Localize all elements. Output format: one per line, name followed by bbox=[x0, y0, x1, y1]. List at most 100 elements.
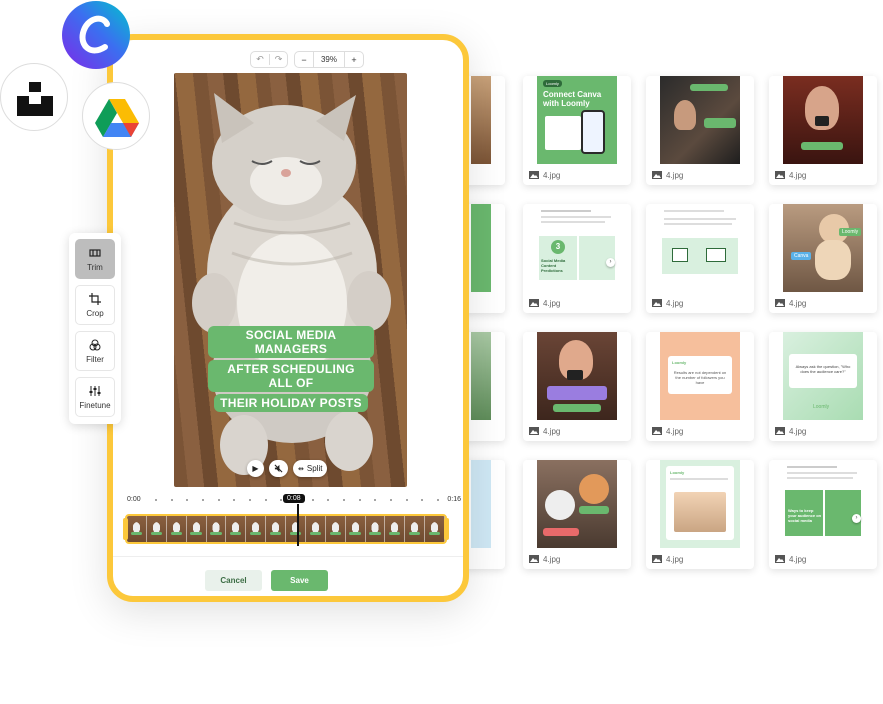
image-icon bbox=[775, 427, 785, 435]
gallery-tile[interactable]: 4.jpg bbox=[523, 332, 631, 441]
play-overlay bbox=[815, 116, 829, 126]
text-line bbox=[670, 478, 728, 480]
tile-thumbnail: Always ask the question, "Who does the a… bbox=[783, 332, 863, 420]
save-button[interactable]: Save bbox=[271, 570, 328, 591]
playback-controls: ▶ ⇹ Split bbox=[247, 460, 328, 477]
timeline-frame bbox=[246, 516, 267, 542]
unsplash-logo[interactable] bbox=[0, 63, 68, 131]
caption-line: SOCIAL MEDIA MANAGERS bbox=[208, 326, 374, 358]
timeline-start: 0:00 bbox=[127, 496, 141, 503]
image-icon bbox=[652, 299, 662, 307]
tool-filter[interactable]: Filter bbox=[75, 331, 115, 371]
tile-caption: 4.jpg bbox=[529, 297, 560, 309]
mute-button[interactable] bbox=[269, 460, 288, 477]
image-icon bbox=[652, 555, 662, 563]
tile-thumbnail: Loomly Connect Canva with Loomly bbox=[537, 76, 617, 164]
cancel-button[interactable]: Cancel bbox=[205, 570, 262, 591]
results-text: Results are not dependent on the number … bbox=[673, 370, 727, 385]
gallery-tile[interactable]: Loomly 4.jpg bbox=[646, 460, 754, 569]
google-drive-logo[interactable] bbox=[82, 82, 150, 150]
loomly-badge: Loomly bbox=[672, 360, 687, 365]
text-line bbox=[787, 477, 853, 479]
tile-caption: 4.jpg bbox=[529, 553, 560, 565]
zoom-in-button[interactable]: + bbox=[345, 55, 363, 65]
connect-canva-title: Connect Canva with Loomly bbox=[543, 90, 602, 108]
kitten-image bbox=[192, 93, 391, 475]
gallery-tile[interactable]: 4.jpg bbox=[646, 204, 754, 313]
laptop-shape bbox=[672, 248, 688, 262]
gallery-tile[interactable]: Loomly Results are not dependent on the … bbox=[646, 332, 754, 441]
undo-button[interactable]: ↶ bbox=[251, 54, 269, 65]
image-icon bbox=[775, 171, 785, 179]
zoom-toolbar: ↶ ↷ − 39% + bbox=[250, 51, 364, 68]
tile-thumbnail: Ways to keep your audience on social med… bbox=[783, 460, 863, 548]
quote-card: Always ask the question, "Who does the a… bbox=[789, 354, 857, 388]
redo-button[interactable]: ↷ bbox=[269, 54, 287, 65]
playhead[interactable] bbox=[297, 504, 299, 546]
gallery-tile[interactable]: 4.jpg bbox=[523, 460, 631, 569]
caption-line: AFTER SCHEDULING ALL OF bbox=[208, 360, 374, 392]
split-button[interactable]: ⇹ Split bbox=[293, 460, 328, 477]
tool-crop[interactable]: Crop bbox=[75, 285, 115, 325]
tile-thumbnail: Loomly Results are not dependent on the … bbox=[660, 332, 740, 420]
play-button[interactable]: ▶ bbox=[247, 460, 264, 477]
image-icon bbox=[775, 555, 785, 563]
caption-pill bbox=[547, 386, 607, 400]
loomly-badge: Loomly bbox=[670, 470, 685, 475]
image-icon bbox=[652, 427, 662, 435]
tool-finetune[interactable]: Finetune bbox=[75, 377, 115, 417]
zoom-group: − 39% + bbox=[294, 51, 364, 68]
gallery-tile[interactable]: Canva Loomly 4.jpg bbox=[769, 204, 877, 313]
tile-caption: 4.jpg bbox=[652, 297, 683, 309]
gallery-tile[interactable]: 4.jpg bbox=[769, 76, 877, 185]
dog-body bbox=[815, 240, 851, 280]
tile-thumbnail bbox=[471, 332, 491, 420]
playhead-time: 0:08 bbox=[283, 494, 305, 503]
footer-divider bbox=[113, 556, 463, 557]
gallery-tile[interactable]: Always ask the question, "Who does the a… bbox=[769, 332, 877, 441]
cat-head bbox=[579, 474, 609, 504]
tile-thumbnail bbox=[471, 76, 491, 164]
image-icon bbox=[775, 299, 785, 307]
timeline-strip[interactable] bbox=[125, 514, 447, 544]
zoom-level: 39% bbox=[313, 52, 345, 67]
text-line bbox=[664, 223, 732, 225]
tool-trim[interactable]: Trim bbox=[75, 239, 115, 279]
canva-logo[interactable] bbox=[61, 0, 131, 70]
timeline-frame bbox=[405, 516, 426, 542]
timeline-frame bbox=[385, 516, 406, 542]
predictions-title: Social Media Content Predictions bbox=[541, 258, 566, 273]
zoom-out-button[interactable]: − bbox=[295, 55, 313, 65]
text-line bbox=[787, 466, 837, 468]
gallery-tile[interactable]: Loomly Connect Canva with Loomly 4.jpg bbox=[523, 76, 631, 185]
edit-tools-panel: Trim Crop Filter Finetune bbox=[69, 233, 121, 424]
caption-pill bbox=[704, 118, 736, 128]
gallery-tile[interactable]: Ways to keep your audience on social med… bbox=[769, 460, 877, 569]
mock-phone bbox=[581, 110, 605, 154]
tool-label: Finetune bbox=[79, 400, 111, 410]
filter-icon bbox=[89, 339, 101, 350]
timeline-frame bbox=[365, 516, 386, 542]
timeline-frame bbox=[206, 516, 227, 542]
next-arrow-icon[interactable]: › bbox=[852, 514, 861, 523]
next-arrow-icon[interactable]: › bbox=[606, 258, 615, 267]
unsplash-icon bbox=[17, 82, 53, 116]
trim-handle-start[interactable] bbox=[123, 518, 128, 540]
laptop-shape bbox=[706, 248, 726, 262]
gallery-tile[interactable]: 4.jpg bbox=[646, 76, 754, 185]
caption-pill bbox=[553, 404, 601, 412]
predictions-card: 3 Social Media Content Predictions bbox=[539, 236, 577, 280]
timeline-frame bbox=[146, 516, 167, 542]
history-group: ↶ ↷ bbox=[250, 51, 288, 68]
text-line bbox=[664, 210, 724, 212]
tool-label: Filter bbox=[86, 354, 104, 364]
tool-label: Crop bbox=[86, 308, 104, 318]
tile-thumbnail bbox=[783, 76, 863, 164]
video-preview[interactable]: SOCIAL MEDIA MANAGERS AFTER SCHEDULING A… bbox=[174, 73, 407, 487]
timeline-end: 0:16 bbox=[447, 496, 461, 503]
gallery-tile[interactable]: 3 Social Media Content Predictions › 4.j… bbox=[523, 204, 631, 313]
tile-caption: 4.jpg bbox=[652, 425, 683, 437]
timeline[interactable]: 0:00 0:16 0:08 bbox=[123, 494, 463, 556]
trim-handle-end[interactable] bbox=[444, 518, 449, 540]
timeline-frame bbox=[266, 516, 286, 542]
